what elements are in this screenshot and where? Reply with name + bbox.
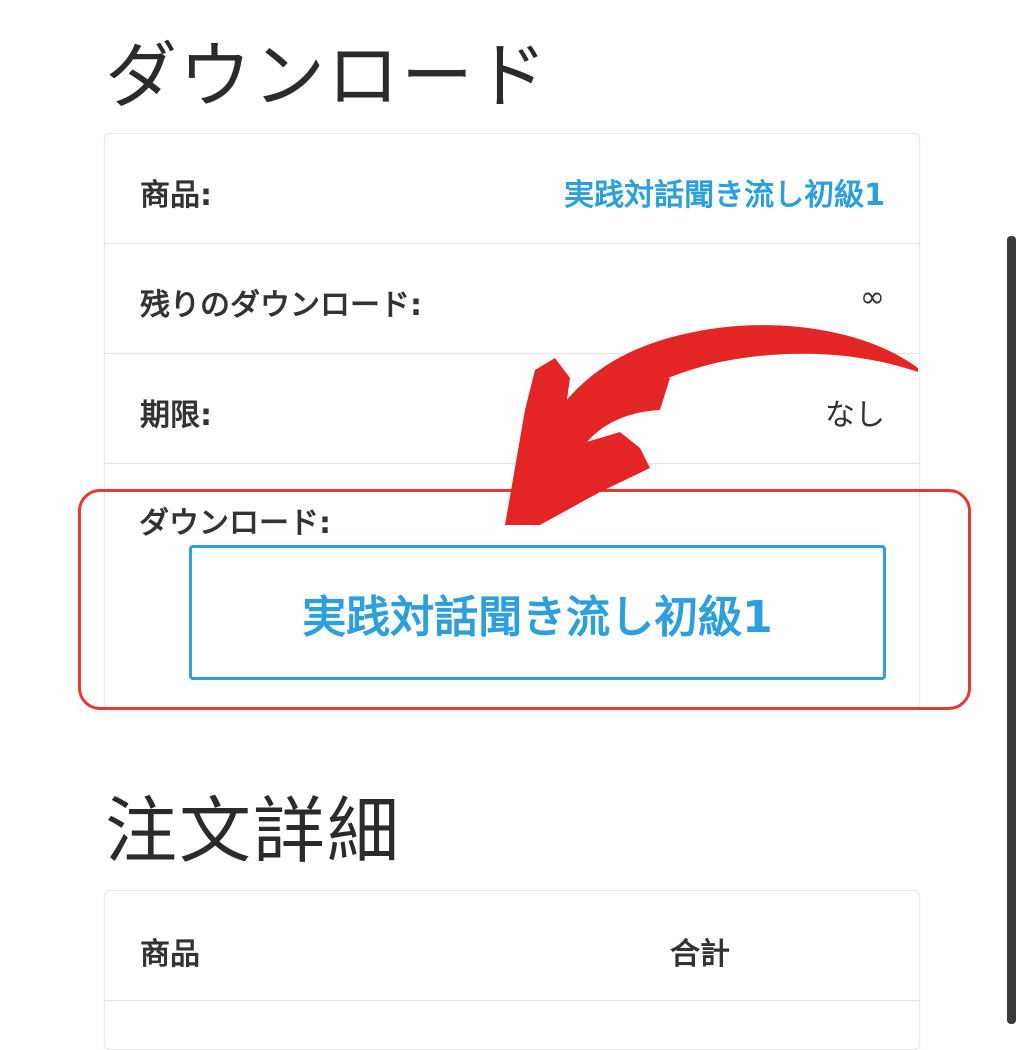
order-header-product: 商品: [140, 937, 200, 972]
order-details-card: 商品 合計: [104, 890, 920, 1050]
product-link[interactable]: 実践対話聞き流し初級1: [564, 170, 885, 214]
product-label: 商品:: [140, 178, 212, 213]
download-label: ダウンロード:: [139, 506, 331, 541]
remaining-downloads-value: ∞: [860, 280, 885, 315]
expiry-label: 期限:: [140, 398, 212, 433]
scrollbar[interactable]: [1007, 236, 1016, 1024]
remaining-downloads-row: 残りのダウンロード: ∞: [105, 244, 919, 354]
download-section-title: ダウンロード: [105, 34, 550, 118]
expiry-row: 期限: なし: [105, 354, 919, 464]
order-table-header: 商品 合計: [105, 891, 919, 1001]
expiry-value: なし: [825, 398, 885, 433]
product-row: 商品: 実践対話聞き流し初級1: [105, 134, 919, 244]
download-file-button[interactable]: 実践対話聞き流し初級1: [189, 545, 886, 680]
order-details-title: 注文詳細: [105, 789, 402, 873]
order-header-total: 合計: [670, 937, 730, 972]
remaining-downloads-label: 残りのダウンロード:: [140, 288, 422, 323]
